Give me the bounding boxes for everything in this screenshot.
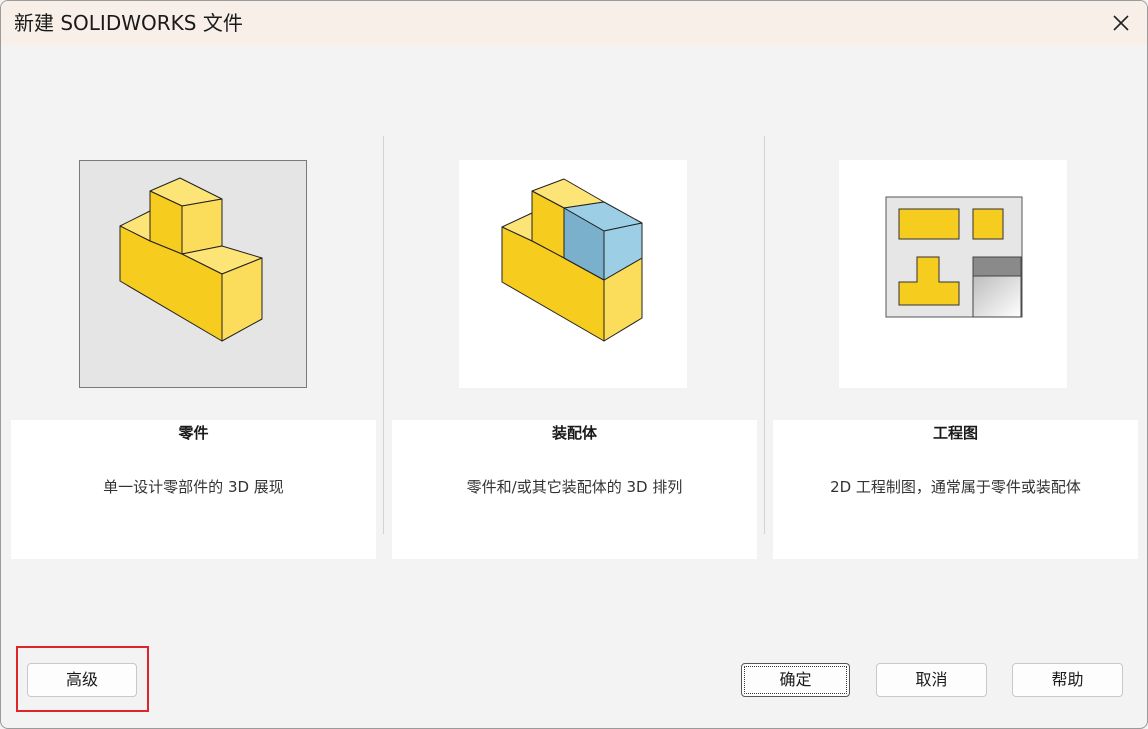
assembly-icon	[501, 178, 643, 342]
close-icon	[1113, 15, 1129, 31]
drawing-icon	[885, 196, 1023, 318]
new-document-dialog: 新建 SOLIDWORKS 文件 零件 单一设计零部件的 3D 展现 装配体 零…	[0, 0, 1148, 729]
template-assembly-name: 装配体	[551, 424, 597, 442]
close-button[interactable]	[1109, 11, 1133, 35]
template-assembly-info[interactable]: 装配体 零件和/或其它装配体的 3D 排列	[392, 420, 757, 559]
help-button[interactable]: 帮助	[1012, 663, 1123, 697]
column-divider	[764, 136, 765, 534]
template-drawing-info[interactable]: 工程图 2D 工程制图，通常属于零件或装配体	[773, 420, 1138, 559]
template-part-name: 零件	[178, 424, 209, 442]
template-drawing-tile[interactable]	[839, 160, 1067, 388]
title-bar: 新建 SOLIDWORKS 文件	[1, 1, 1147, 45]
template-part-info[interactable]: 零件 单一设计零部件的 3D 展现	[11, 420, 376, 559]
cancel-button[interactable]: 取消	[876, 663, 987, 697]
template-assembly-tile[interactable]	[459, 160, 687, 388]
part-icon	[119, 177, 263, 342]
template-part-tile[interactable]	[79, 160, 307, 388]
ok-button[interactable]: 确定	[741, 663, 850, 697]
advanced-button[interactable]: 高级	[27, 663, 137, 697]
template-part-description: 单一设计零部件的 3D 展现	[103, 478, 284, 496]
template-assembly-description: 零件和/或其它装配体的 3D 排列	[466, 478, 683, 496]
dialog-title: 新建 SOLIDWORKS 文件	[14, 11, 243, 35]
template-drawing-description: 2D 工程制图，通常属于零件或装配体	[830, 478, 1081, 496]
column-divider	[383, 136, 384, 534]
template-drawing-name: 工程图	[932, 424, 978, 442]
